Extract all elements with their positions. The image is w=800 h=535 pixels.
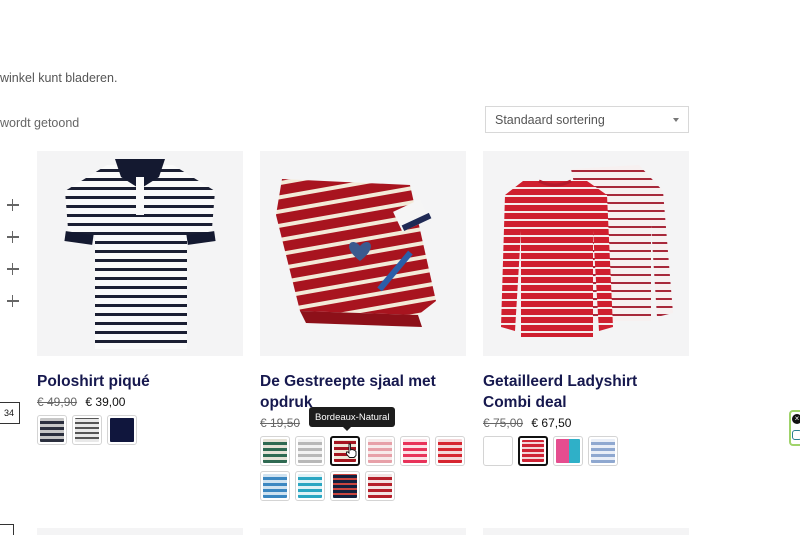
color-swatch[interactable] [588,436,618,466]
product-title[interactable]: Poloshirt piqué [37,371,243,392]
hand-cursor-icon [346,443,357,458]
product-price: € 75,00 € 67,50 [483,416,689,430]
chat-icon[interactable] [792,430,800,440]
color-swatch[interactable] [295,471,325,501]
color-swatches [483,436,693,466]
sort-select-value: Standaard sortering [495,112,605,127]
sale-price: € 39,00 [85,395,126,409]
product-card-partial [260,528,466,535]
result-count: wordt getoond [0,116,80,130]
swatch-tooltip: Bordeaux-Natural [309,407,396,431]
product-card: De Gestreepte sjaal met opdruk € 19,50 [260,151,466,501]
floating-widget[interactable]: × [789,410,800,446]
color-swatches [37,415,247,445]
sort-select[interactable]: Standaard sortering [485,106,689,133]
color-swatch[interactable] [483,436,513,466]
product-image[interactable] [37,151,243,356]
side-badge-partial[interactable] [0,524,14,535]
color-swatch[interactable] [260,471,290,501]
color-swatch[interactable] [365,436,395,466]
color-swatches [260,436,470,501]
expand-filter-plus-icon[interactable] [6,294,20,308]
filter-list [6,198,20,326]
color-swatch[interactable] [37,415,67,445]
color-swatch[interactable] [365,471,395,501]
product-card: Poloshirt piqué € 49,90 € 39,00 [37,151,243,445]
expand-filter-plus-icon[interactable] [6,262,20,276]
color-swatch[interactable] [295,436,325,466]
intro-text: winkel kunt bladeren. [0,71,118,85]
product-title[interactable]: Getailleerd Ladyshirt Combi deal [483,371,689,413]
product-card-partial [483,528,689,535]
chevron-down-icon [673,117,679,122]
color-swatch[interactable] [435,436,465,466]
product-price: € 49,90 € 39,00 [37,395,243,409]
color-swatch[interactable] [553,436,583,466]
product-card-partial [37,528,243,535]
product-card: Getailleerd Ladyshirt Combi deal € 75,00… [483,151,689,466]
old-price: € 75,00 [483,416,524,430]
color-swatch[interactable] [260,436,290,466]
color-swatch[interactable] [330,471,360,501]
sale-price: € 67,50 [531,416,572,430]
color-swatch-selected[interactable] [518,436,548,466]
product-image[interactable] [483,151,689,356]
color-swatch[interactable] [107,415,137,445]
old-price: € 49,90 [37,395,78,409]
expand-filter-plus-icon[interactable] [6,198,20,212]
color-swatch[interactable] [72,415,102,445]
expand-filter-plus-icon[interactable] [6,230,20,244]
product-image[interactable] [260,151,466,356]
color-swatch[interactable] [400,436,430,466]
close-icon[interactable]: × [792,414,800,424]
old-price: € 19,50 [260,416,301,430]
side-badge[interactable]: 34 [0,402,20,424]
